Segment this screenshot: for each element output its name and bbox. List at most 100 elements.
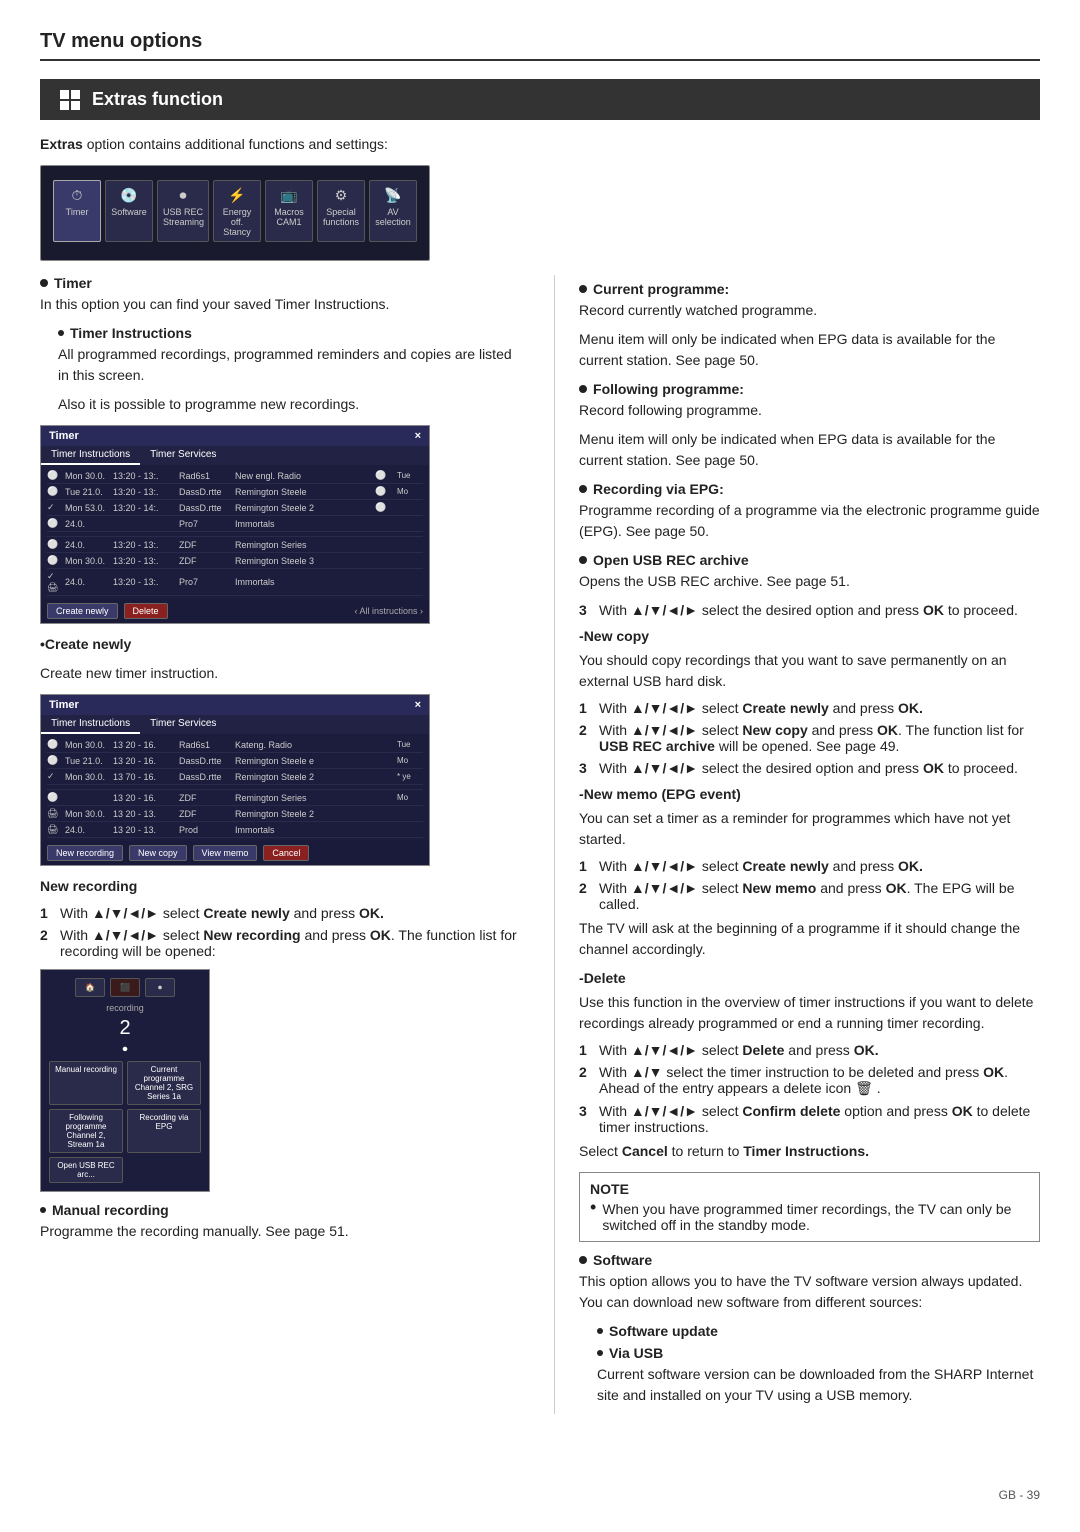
cancel-button[interactable]: Cancel: [263, 845, 309, 861]
timer-instructions-label: Timer Instructions: [70, 325, 192, 341]
tv-menu-icon-software: 💿Software: [105, 180, 153, 242]
nc-step-2-text: With ▲/▼/◄/► select New copy and press O…: [599, 722, 1040, 754]
del-step-3: 3 With ▲/▼/◄/► select Confirm delete opt…: [579, 1103, 1040, 1135]
page-number: GB - 39: [999, 1488, 1040, 1502]
func-icon-dot: ⏺: [145, 978, 175, 997]
timer-section: Timer In this option you can find your s…: [40, 275, 524, 315]
table-row: ⚪13 20 - 16.ZDFRemington SeriesMo: [47, 790, 423, 806]
new-recording-button[interactable]: New recording: [47, 845, 123, 861]
nc-step-3-text: With ▲/▼/◄/► select the desired option a…: [599, 760, 1018, 776]
timer-instructions-text1: All programmed recordings, programmed re…: [58, 344, 524, 386]
table-row: ✓Mon 53.0.13:20 - 14:.DassD.rtteRemingto…: [47, 500, 423, 516]
extras-icon: [60, 90, 80, 110]
create-newly-text: Create new timer instruction.: [40, 663, 524, 684]
new-copy-button[interactable]: New copy: [129, 845, 187, 861]
timer-bullet-dot: [40, 279, 48, 287]
new-memo-text: You can set a timer as a reminder for pr…: [579, 808, 1040, 850]
software-text: This option allows you to have the TV so…: [579, 1271, 1040, 1313]
tv-menu-mockup: ⏱Timer 💿Software ⏺USB REC Streaming ⚡Ene…: [40, 165, 430, 261]
timer-instructions-dot: [58, 330, 64, 336]
create-newly-button[interactable]: Create newly: [47, 603, 118, 619]
function-list-dialog: 🏠 ⬛ ⏺ recording 2 ⏺ Manual recording Cur…: [40, 969, 210, 1192]
timer-footer: Create newly Delete ‹ All instructions ›: [41, 599, 429, 623]
new-recording-heading: New recording: [40, 876, 524, 897]
via-usb-dot: [597, 1350, 603, 1356]
tv-menu-icon-row: ⏱Timer 💿Software ⏺USB REC Streaming ⚡Ene…: [49, 174, 421, 252]
right-step-3-number: 3: [579, 602, 593, 618]
note-title: NOTE: [590, 1181, 1029, 1197]
step-2-number: 2: [40, 927, 54, 959]
func-icon-row: 🏠 ⬛ ⏺: [49, 978, 201, 997]
rec-epg-dot: [579, 485, 587, 493]
func-opt-usb[interactable]: Open USB REC arc...: [49, 1157, 123, 1183]
right-column: Current programme: Record currently watc…: [554, 275, 1040, 1414]
open-usb-dot: [579, 556, 587, 564]
tv-menu-icon-energy: ⚡Energy off. Stancy: [213, 180, 261, 242]
note-content: • When you have programmed timer recordi…: [590, 1201, 1029, 1233]
timer-dialog-2-title: Timer ×: [41, 695, 429, 715]
current-prog-dot: [579, 285, 587, 293]
table-row: ✓Mon 30.0.13 70 - 16.DassD.rtteRemington…: [47, 769, 423, 785]
table-row: ⚪Mon 30.0.13:20 - 13:.Rad6s1New engl. Ra…: [47, 468, 423, 484]
left-column: Timer In this option you can find your s…: [40, 275, 524, 1414]
via-usb-text: Current software version can be download…: [597, 1364, 1040, 1406]
del-step-1: 1 With ▲/▼/◄/► select Delete and press O…: [579, 1042, 1040, 1058]
func-opt-following[interactable]: Following programme Channel 2, Stream 1a: [49, 1109, 123, 1153]
timer-dialog-2-close[interactable]: ×: [415, 699, 421, 711]
del-step-2-text: With ▲/▼ select the timer instruction to…: [599, 1064, 1040, 1097]
note-dot: •: [590, 1198, 596, 1233]
extras-title: Extras function: [92, 89, 223, 110]
right-step-3: 3 With ▲/▼/◄/► select the desired option…: [579, 602, 1040, 618]
table-row: 🖨Mon 30.0.13 20 - 13.ZDFRemington Steele…: [47, 806, 423, 822]
func-rec-icon-large: ⏺: [49, 1044, 201, 1055]
step-1-number: 1: [40, 905, 54, 921]
timer-bullet-text: In this option you can find your saved T…: [40, 294, 524, 315]
software-label: Software: [593, 1252, 652, 1268]
tab2-timer-services[interactable]: Timer Services: [140, 715, 226, 734]
extras-header: Extras function: [40, 79, 1040, 120]
tab-timer-instructions[interactable]: Timer Instructions: [41, 446, 140, 465]
timer-dialog-close[interactable]: ×: [415, 430, 421, 442]
func-options-grid: Manual recording Current programme Chann…: [49, 1061, 201, 1183]
table-row: ⚪24.0.13:20 - 13:.ZDFRemington Series: [47, 537, 423, 553]
open-usb-label: Open USB REC archive: [593, 552, 749, 568]
software-update-label: Software update: [609, 1323, 718, 1339]
delete-button[interactable]: Delete: [124, 603, 168, 619]
del-step-1-text: With ▲/▼/◄/► select Delete and press OK.: [599, 1042, 879, 1058]
table-row: ⚪24.0.Pro7Immortals: [47, 516, 423, 532]
current-programme-section: Current programme: Record currently watc…: [579, 281, 1040, 371]
view-memo-button[interactable]: View memo: [193, 845, 258, 861]
timer-instructions-section: Timer Instructions All programmed record…: [58, 325, 524, 415]
create-newly-label: •Create newly: [40, 634, 524, 655]
current-prog-text2: Menu item will only be indicated when EP…: [579, 329, 1040, 371]
tv-menu-icon-macros: 📺Macros CAM1: [265, 180, 313, 242]
new-memo-heading: -New memo (EPG event): [579, 784, 1040, 805]
intro-text: Extras option contains additional functi…: [40, 134, 1040, 155]
tab-timer-services[interactable]: Timer Services: [140, 446, 226, 465]
func-opt-manual[interactable]: Manual recording: [49, 1061, 123, 1105]
new-copy-heading: -New copy: [579, 626, 1040, 647]
page-title: TV menu options: [40, 30, 1040, 61]
nc-step-1: 1 With ▲/▼/◄/► select Create newly and p…: [579, 700, 1040, 716]
tab2-timer-instructions[interactable]: Timer Instructions: [41, 715, 140, 734]
del-step-2: 2 With ▲/▼ select the timer instruction …: [579, 1064, 1040, 1097]
delete-text: Use this function in the overview of tim…: [579, 992, 1040, 1034]
func-opt-current[interactable]: Current programme Channel 2, SRG Series …: [127, 1061, 201, 1105]
following-prog-text2: Menu item will only be indicated when EP…: [579, 429, 1040, 471]
nm-note: The TV will ask at the beginning of a pr…: [579, 918, 1040, 960]
note-text: When you have programmed timer recording…: [602, 1201, 1029, 1233]
following-programme-section: Following programme: Record following pr…: [579, 381, 1040, 471]
timer-dialog-2: Timer × Timer Instructions Timer Service…: [40, 694, 430, 866]
following-prog-label: Following programme:: [593, 381, 744, 397]
table-row: ⚪Mon 30.0.13 20 - 16.Rad6s1Kateng. Radio…: [47, 737, 423, 753]
all-instructions-nav[interactable]: ‹ All instructions ›: [354, 603, 423, 619]
tv-menu-icon-av: 📡AV selection: [369, 180, 417, 242]
step-2-text: With ▲/▼/◄/► select New recording and pr…: [60, 927, 524, 959]
func-rec-num: 2: [49, 1017, 201, 1040]
func-opt-epg[interactable]: Recording via EPG: [127, 1109, 201, 1153]
nc-step-2: 2 With ▲/▼/◄/► select New copy and press…: [579, 722, 1040, 754]
table-row: ⚪Tue 21.0.13:20 - 13:.DassD.rtteRemingto…: [47, 484, 423, 500]
manual-rec-dot: [40, 1207, 46, 1213]
timer-dialog-1: Timer × Timer Instructions Timer Service…: [40, 425, 430, 624]
table-row: ✓ 🖨24.0.13:20 - 13:.Pro7Immortals: [47, 569, 423, 596]
